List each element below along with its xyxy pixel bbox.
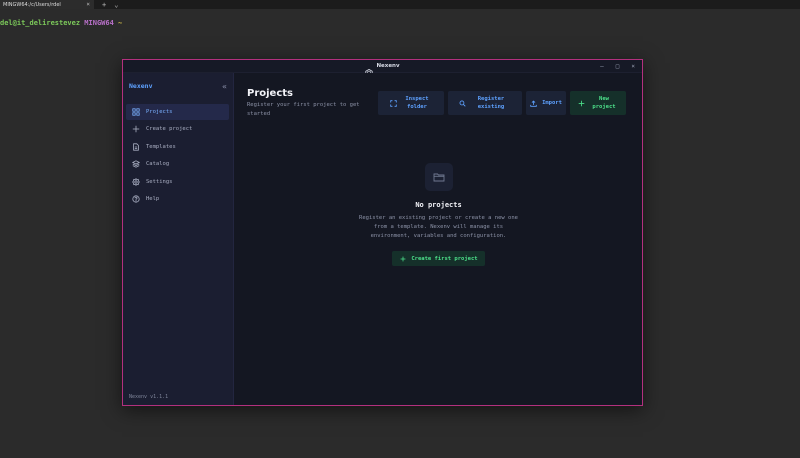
app-window: Nexenv – □ × Nexenv « Projects Create pr… [122,59,643,406]
maximize-button[interactable]: □ [616,63,620,70]
plus-icon [132,125,140,133]
title-bar[interactable]: Nexenv – □ × [123,60,642,78]
terminal-tab-label: MINGW64:/c/Users/rdel [3,1,61,8]
import-button[interactable]: Import [526,91,566,115]
close-button[interactable]: × [631,63,635,70]
gear-icon [132,177,140,186]
sidebar-item-label: Projects [146,109,173,115]
minimize-button[interactable]: – [600,63,604,70]
empty-state-description: Register an existing project or create a… [359,215,518,240]
collapse-sidebar-icon[interactable]: « [222,82,227,91]
page-subtitle: Register your first project to get start… [247,102,360,117]
empty-state: No projects Register an existing project… [234,163,642,267]
inspect-folder-button[interactable]: Inspect folder [378,91,444,115]
sidebar-item-label: Help [146,195,160,202]
sidebar-item-templates[interactable]: Templates [126,139,229,155]
prompt-user: del@it_delirestevez [0,19,81,27]
terminal-tab[interactable]: MINGW64:/c/Users/rdel × [0,0,94,9]
close-icon[interactable]: × [86,1,90,8]
empty-state-title: No projects [415,201,462,209]
file-icon [132,143,140,151]
new-project-label: New project [592,95,616,110]
prompt-path: ~ [118,19,123,27]
hexagon-logo-icon [365,62,374,78]
plus-icon [399,255,406,262]
sidebar-item-label: Create project [146,126,193,133]
window-title: Nexenv [376,63,400,69]
sidebar-item-label: Settings [146,178,173,185]
create-first-project-button[interactable]: Create first project [392,251,485,267]
layers-icon [132,160,140,168]
inspect-folder-label: Inspect folder [405,95,429,110]
create-first-project-label: Create first project [411,255,478,262]
sidebar-item-label: Templates [146,143,176,150]
sidebar-nav: Projects Create project Templates Catalo… [123,104,233,207]
sidebar-item-label: Catalog [146,161,170,168]
toolbar-actions: Inspect folder Register existing Import … [378,91,626,115]
sidebar-item-catalog[interactable]: Catalog [126,156,229,172]
register-existing-label: Register existing [477,95,505,110]
prompt-system: MINGW64 [84,19,114,27]
plus-icon [578,100,585,107]
chevron-down-icon[interactable]: ⌄ [114,1,118,9]
new-tab-button[interactable]: + [102,1,106,9]
upload-icon [530,99,537,107]
sidebar: Nexenv « Projects Create project Templat… [123,73,234,405]
page-title: Projects [247,88,294,99]
sidebar-item-create-project[interactable]: Create project [126,121,229,137]
app-version: Nexenv v1.1.1 [129,394,169,400]
new-project-button[interactable]: New project [570,91,626,115]
help-icon [132,195,140,203]
terminal-tab-bar: MINGW64:/c/Users/rdel × + ⌄ [0,0,800,9]
sidebar-item-help[interactable]: Help [126,191,229,207]
register-existing-button[interactable]: Register existing [448,91,522,115]
terminal-prompt: del@it_delirestevez MINGW64 ~ [0,19,122,27]
brand-name: Nexenv [129,82,153,90]
grid-icon [132,108,140,116]
search-icon [459,100,466,107]
scan-icon [390,99,397,107]
folder-icon [424,163,453,191]
sidebar-item-settings[interactable]: Settings [126,174,229,190]
main-content: Projects Register your first project to … [234,73,642,405]
sidebar-item-projects[interactable]: Projects [126,104,229,120]
import-label: Import [542,99,562,106]
